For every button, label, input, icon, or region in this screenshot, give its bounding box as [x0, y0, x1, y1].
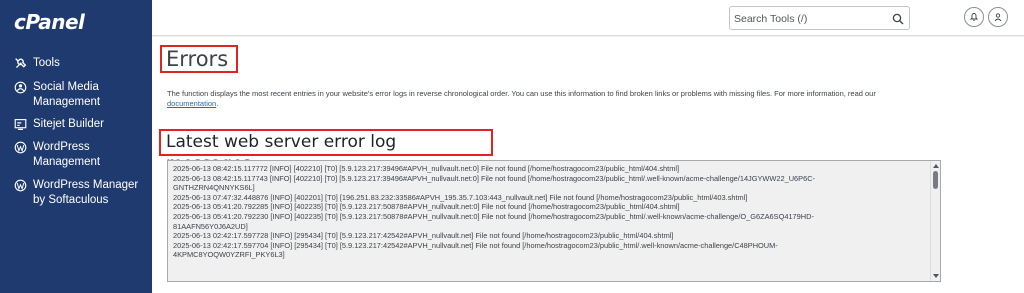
sidebar: cPanel Tools Social Media Management Sit… [0, 0, 152, 293]
sidebar-item-label: Tools [33, 57, 60, 69]
sidebar-item-label: Social Media Management [33, 81, 101, 108]
log-line: 81AAFN56Y0J6A2UD] [173, 221, 248, 231]
social-media-icon [14, 81, 27, 94]
log-line: 2025-06-13 05:41:20.792230 [INFO] [40223… [173, 211, 814, 221]
cpanel-logo[interactable]: cPanel [14, 10, 85, 34]
error-log-textarea[interactable]: 2025-06-13 08:42:15.117772 [INFO] [40221… [167, 160, 941, 282]
scroll-up-icon[interactable] [932, 162, 940, 170]
wordpress-icon [14, 141, 27, 154]
sidebar-item-wordpress-management[interactable]: WordPress Management [14, 140, 100, 170]
log-scrollbar[interactable] [930, 161, 940, 281]
sidebar-item-label: WordPress Management [33, 141, 101, 168]
page-description: The function displays the most recent en… [167, 89, 917, 109]
section-title: Latest web server error log messages: [159, 129, 493, 174]
sidebar-item-tools[interactable]: Tools [14, 56, 60, 71]
description-end: . [216, 99, 219, 108]
sitejet-icon [14, 118, 27, 131]
main-content: Errors The function displays the most re… [152, 37, 1024, 293]
scroll-down-icon[interactable] [932, 272, 940, 280]
tools-icon [14, 57, 27, 70]
search-input[interactable] [734, 11, 884, 26]
log-line: 2025-06-13 08:42:15.117772 [INFO] [40221… [173, 164, 680, 173]
log-line: 2025-06-13 02:42:17.597728 [INFO] [29543… [173, 231, 674, 241]
sidebar-item-wordpress-manager-softaculous[interactable]: WordPress Manager by Softaculous [14, 178, 138, 208]
user-icon [994, 13, 1002, 22]
sidebar-item-sitejet[interactable]: Sitejet Builder [14, 117, 104, 132]
log-line: GNTHZRN4QNNYKS6L] [173, 183, 255, 193]
log-line: 4KPMC8YOQW0YZRFI_PKY6L3] [173, 250, 285, 260]
page-title: Errors [160, 45, 238, 73]
bell-icon [969, 13, 979, 21]
scroll-thumb[interactable] [933, 171, 938, 189]
description-text: The function displays the most recent en… [167, 89, 876, 98]
log-lines: 2025-06-13 08:42:15.117772 [INFO] [40221… [173, 164, 923, 260]
sidebar-item-label: WordPress Manager by Softaculous [33, 179, 139, 206]
documentation-link[interactable]: documentation [167, 99, 216, 108]
log-line: 2025-06-13 05:41:20.792285 [INFO] [40223… [173, 202, 680, 212]
notifications-button[interactable] [964, 7, 984, 27]
sidebar-item-social-media[interactable]: Social Media Management [14, 80, 100, 110]
log-line: 2025-06-13 02:42:17.597704 [INFO] [29543… [173, 240, 778, 250]
sidebar-item-label: Sitejet Builder [33, 118, 104, 130]
search-icon[interactable] [892, 12, 904, 25]
log-line: 2025-06-13 08:42:15.117743 [INFO] [40221… [173, 173, 815, 183]
wordpress-icon [14, 179, 27, 192]
top-bar [152, 0, 1024, 36]
user-menu-button[interactable] [988, 7, 1008, 27]
log-line: 2025-06-13 07:47:32.448876 [INFO] [40220… [173, 192, 748, 202]
search-box[interactable] [729, 6, 910, 30]
